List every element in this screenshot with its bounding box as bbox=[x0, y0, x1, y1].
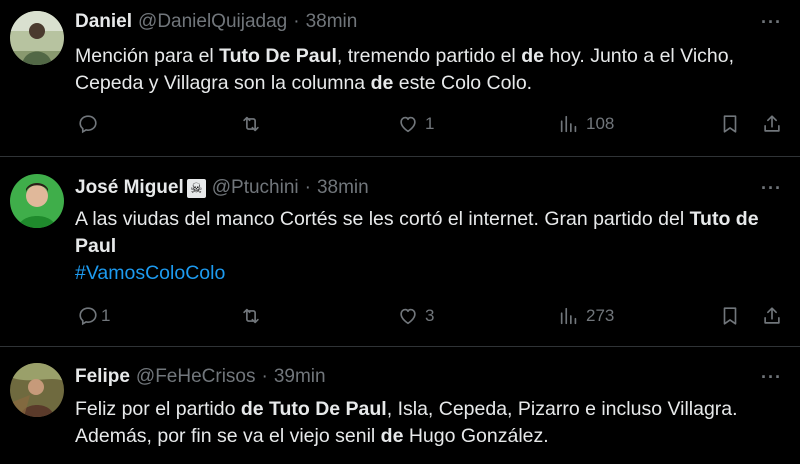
tweet-header: Daniel @DanielQuijadag · 38min bbox=[75, 11, 357, 33]
like-button[interactable]: 3 bbox=[397, 305, 434, 327]
timestamp[interactable]: 38min bbox=[306, 11, 358, 33]
separator-dot: · bbox=[261, 366, 268, 387]
tweet-text-content: A las viudas del manco Cortés se les cor… bbox=[75, 208, 759, 257]
retweet-button[interactable] bbox=[240, 305, 268, 327]
share-icon bbox=[764, 115, 780, 132]
author-handle[interactable]: @DanielQuijadag bbox=[138, 11, 287, 33]
timestamp[interactable]: 38min bbox=[317, 177, 369, 199]
views-count: 273 bbox=[586, 306, 615, 325]
tweet-text: Feliz por el partido de Tuto De Paul, Is… bbox=[75, 396, 790, 450]
tweet-text: A las viudas del manco Cortés se les cor… bbox=[75, 206, 790, 287]
action-bar: 1 108 bbox=[0, 113, 800, 139]
views-icon bbox=[560, 115, 577, 133]
text-run: Mención para el bbox=[75, 45, 220, 67]
tweet-3[interactable]: Felipe @FeHeCrisos · 39min ··· Feliz por… bbox=[0, 347, 800, 464]
share-button[interactable] bbox=[761, 305, 783, 327]
tweet-2[interactable]: José Miguel ☠ @Ptuchini · 38min ··· A la… bbox=[0, 157, 800, 347]
retweet-icon bbox=[243, 308, 259, 324]
retweet-button[interactable] bbox=[240, 113, 268, 135]
hashtag-link[interactable]: #VamosColoColo bbox=[75, 260, 790, 287]
share-button[interactable] bbox=[761, 113, 783, 135]
text-run: , tremendo partido el bbox=[336, 45, 522, 67]
avatar[interactable] bbox=[10, 363, 64, 417]
reply-icon bbox=[79, 115, 97, 134]
like-count: 1 bbox=[425, 114, 435, 133]
separator-dot: · bbox=[304, 177, 311, 198]
bold-text-run: de bbox=[370, 72, 394, 94]
reply-count: 1 bbox=[101, 306, 111, 325]
timestamp[interactable]: 39min bbox=[274, 366, 326, 388]
skull-crossbones-emoji: ☠ bbox=[186, 178, 206, 198]
tweet-1[interactable]: Daniel @DanielQuijadag · 38min ··· Menci… bbox=[0, 0, 800, 157]
views-button[interactable]: 273 bbox=[558, 305, 614, 327]
more-icon[interactable]: ··· bbox=[761, 178, 782, 199]
text-run: Feliz por el partido bbox=[75, 398, 241, 420]
text-run: Hugo González. bbox=[403, 425, 549, 447]
separator-dot: · bbox=[293, 11, 300, 32]
like-button[interactable]: 1 bbox=[397, 113, 434, 135]
like-icon bbox=[400, 308, 416, 325]
share-icon bbox=[764, 307, 780, 324]
avatar[interactable] bbox=[10, 174, 64, 228]
author-name[interactable]: Daniel bbox=[75, 11, 132, 33]
bold-text-run: de Tuto De Paul bbox=[240, 398, 387, 420]
views-icon bbox=[560, 307, 577, 325]
like-count: 3 bbox=[425, 306, 435, 325]
avatar[interactable] bbox=[10, 11, 64, 65]
bookmark-button[interactable] bbox=[719, 305, 741, 327]
bookmark-icon bbox=[723, 115, 737, 133]
bookmark-icon bbox=[723, 307, 737, 325]
like-icon bbox=[400, 116, 416, 133]
tweet-header: José Miguel ☠ @Ptuchini · 38min bbox=[75, 177, 369, 199]
more-icon[interactable]: ··· bbox=[761, 12, 782, 33]
reply-icon bbox=[79, 307, 97, 326]
author-name[interactable]: Felipe bbox=[75, 366, 130, 388]
bold-text-run: Tuto De Paul bbox=[219, 45, 337, 67]
bold-text-run: de bbox=[521, 45, 544, 67]
author-handle[interactable]: @FeHeCrisos bbox=[136, 366, 256, 388]
text-run: A las viudas del manco Cortés se les cor… bbox=[75, 208, 690, 230]
author-name[interactable]: José Miguel bbox=[75, 177, 184, 199]
views-count: 108 bbox=[586, 114, 615, 133]
author-handle[interactable]: @Ptuchini bbox=[212, 177, 299, 199]
retweet-icon bbox=[243, 116, 259, 132]
bold-text-run: de bbox=[380, 425, 404, 447]
more-icon[interactable]: ··· bbox=[761, 367, 782, 388]
tweet-text: Mención para el Tuto De Paul, tremendo p… bbox=[75, 43, 790, 97]
reply-button[interactable]: 1 bbox=[77, 305, 110, 327]
views-button[interactable]: 108 bbox=[558, 113, 614, 135]
tweet-header: Felipe @FeHeCrisos · 39min bbox=[75, 366, 326, 388]
reply-button[interactable] bbox=[77, 113, 105, 135]
bookmark-button[interactable] bbox=[719, 113, 741, 135]
action-bar: 1 3 273 bbox=[0, 305, 800, 331]
text-run: este Colo Colo. bbox=[393, 72, 533, 94]
